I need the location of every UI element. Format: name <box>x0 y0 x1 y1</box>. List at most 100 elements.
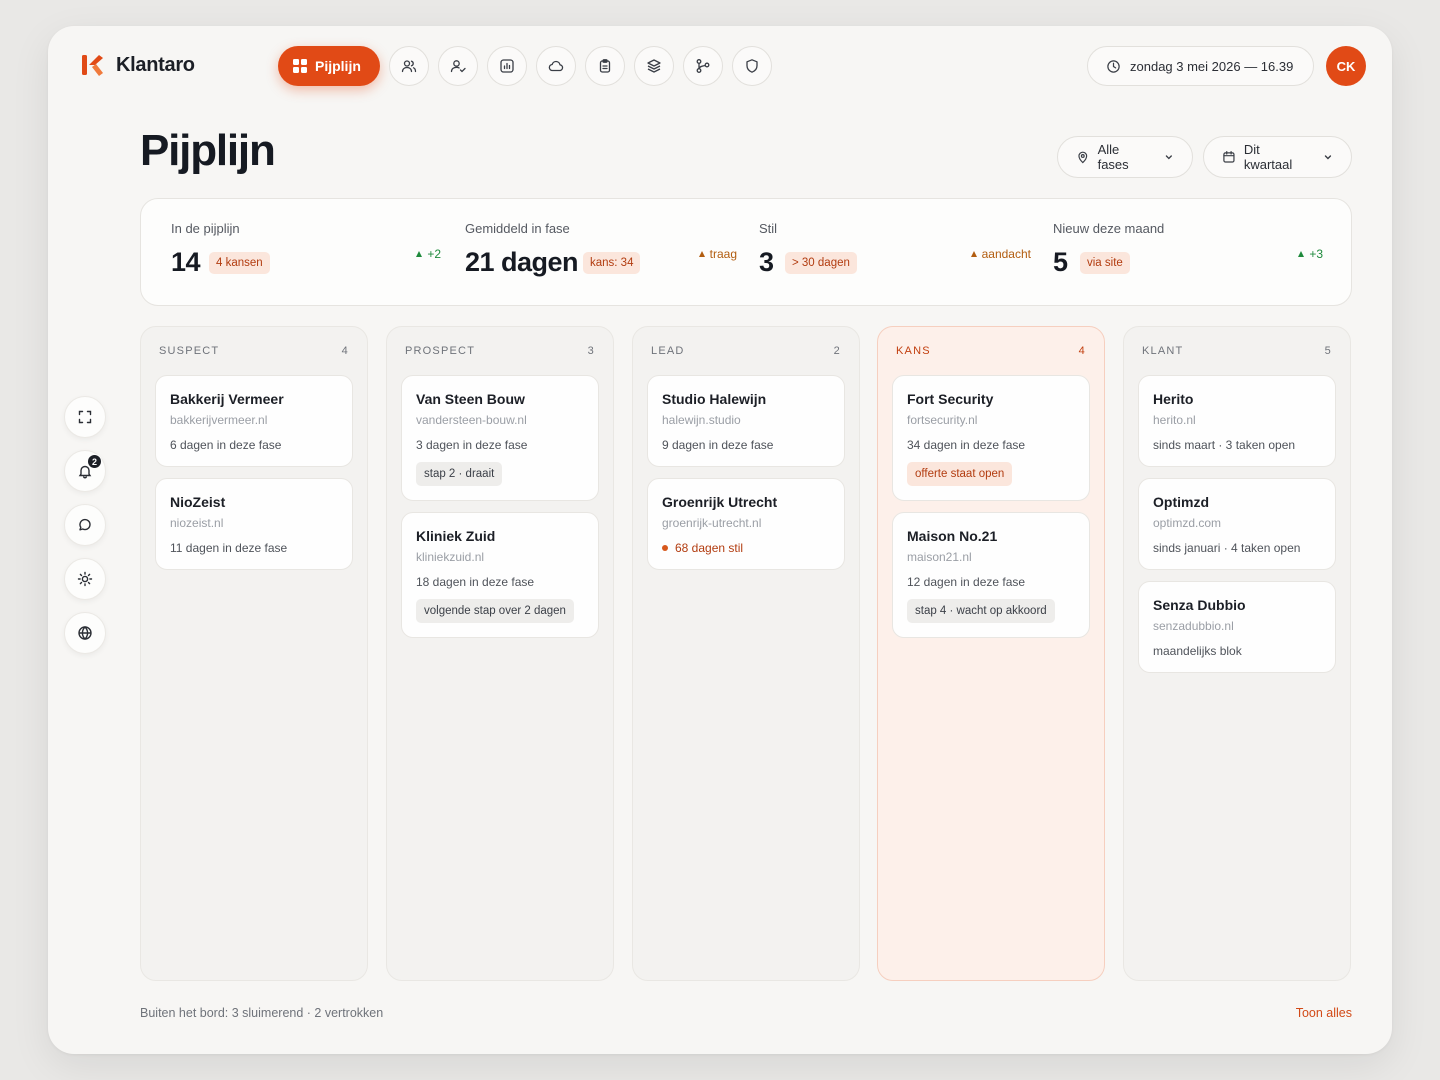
layers-icon <box>647 59 661 73</box>
page-title: Pijplijn <box>140 126 276 175</box>
shield-icon <box>746 59 758 73</box>
column-header: LEAD 2 <box>647 327 845 375</box>
card-domain: kliniekzuid.nl <box>416 550 485 564</box>
clipboard-icon <box>599 59 611 73</box>
phase-filter-dropdown[interactable]: Alle fases <box>1057 136 1193 178</box>
card-domain: bakkerijvermeer.nl <box>170 413 268 427</box>
card-domain: fortsecurity.nl <box>907 413 978 427</box>
card-meta: 34 dagen in deze fase <box>907 438 1026 452</box>
map-pin-icon <box>1078 151 1088 164</box>
nav-user-check-button[interactable] <box>437 46 478 86</box>
deal-card[interactable]: Kliniek Zuid kliniekzuid.nl 18 dagen in … <box>401 512 599 638</box>
theme-button[interactable] <box>64 558 106 600</box>
logo[interactable]: Klantaro <box>80 52 195 78</box>
stat-avg-in-phase: Gemiddeld in fase 21 dagen kans: 34 traa… <box>465 199 737 307</box>
deal-card[interactable]: NioZeist niozeist.nl 11 dagen in deze fa… <box>155 478 353 570</box>
stat-label: In de pijplijn <box>171 221 240 236</box>
chat-button[interactable] <box>64 504 106 546</box>
card-meta: 6 dagen in deze fase <box>170 438 282 452</box>
column-prospect: PROSPECT 3 Van Steen Bouw vandersteen-bo… <box>386 326 614 981</box>
column-suspect: SUSPECT 4 Bakkerij Vermeer bakkerijverme… <box>140 326 368 981</box>
card-tag: stap 4 · wacht op akkoord <box>907 599 1055 623</box>
deal-card[interactable]: Maison No.21 maison21.nl 12 dagen in dez… <box>892 512 1090 638</box>
card-domain: maison21.nl <box>907 550 972 564</box>
stat-badge: via site <box>1080 252 1130 274</box>
trend-warning-icon <box>698 251 705 257</box>
card-meta: 3 dagen in deze fase <box>416 438 528 452</box>
card-title: Bakkerij Vermeer <box>170 391 284 407</box>
side-rail: 2 <box>64 396 106 654</box>
column-title: KANS <box>896 345 931 357</box>
card-domain: vandersteen-bouw.nl <box>416 413 527 427</box>
deal-card[interactable]: Bakkerij Vermeer bakkerijvermeer.nl 6 da… <box>155 375 353 467</box>
period-filter-label: Dit kwartaal <box>1243 142 1293 172</box>
deal-card[interactable]: Groenrijk Utrecht groenrijk-utrecht.nl 6… <box>647 478 845 570</box>
card-title: Optimzd <box>1153 494 1209 510</box>
stat-trend: +3 <box>1298 247 1323 261</box>
card-domain: senzadubbio.nl <box>1153 619 1234 633</box>
deal-card[interactable]: Fort Security fortsecurity.nl 34 dagen i… <box>892 375 1090 501</box>
stat-trend-label: +3 <box>1309 247 1323 261</box>
users-icon <box>401 60 417 73</box>
card-domain: halewijn.studio <box>662 413 741 427</box>
column-header: SUSPECT 4 <box>155 327 353 375</box>
notifications-button[interactable]: 2 <box>64 450 106 492</box>
card-tag: volgende stap over 2 dagen <box>416 599 574 623</box>
deal-card[interactable]: Studio Halewijn halewijn.studio 9 dagen … <box>647 375 845 467</box>
grid-icon <box>293 59 307 73</box>
period-filter-dropdown[interactable]: Dit kwartaal <box>1203 136 1352 178</box>
avatar[interactable]: CK <box>1326 46 1366 86</box>
card-title: Maison No.21 <box>907 528 998 544</box>
deal-card[interactable]: Senza Dubbio senzadubbio.nl maandelijks … <box>1138 581 1336 673</box>
column-count: 2 <box>833 345 841 357</box>
stat-label: Stil <box>759 221 778 236</box>
card-domain: optimzd.com <box>1153 516 1222 530</box>
column-count: 4 <box>1078 345 1086 357</box>
deal-card[interactable]: Herito herito.nl sinds maart · 3 taken o… <box>1138 375 1336 467</box>
deal-card[interactable]: Optimzd optimzd.com sinds januari · 4 ta… <box>1138 478 1336 570</box>
calendar-icon <box>1223 151 1235 163</box>
card-meta: 9 dagen in deze fase <box>662 438 774 452</box>
nav-chart-button[interactable] <box>486 46 527 86</box>
card-title: Studio Halewijn <box>662 391 767 407</box>
card-domain: niozeist.nl <box>170 516 224 530</box>
klantaro-logo-icon <box>82 55 103 76</box>
card-title: Herito <box>1153 391 1194 407</box>
card-tag: offerte staat open <box>907 462 1013 486</box>
nav-users-button[interactable] <box>388 46 429 86</box>
off-board-summary: Buiten het bord: 3 sluimerend · 2 vertro… <box>140 1006 384 1020</box>
deal-card[interactable]: Van Steen Bouw vandersteen-bouw.nl 3 dag… <box>401 375 599 501</box>
column-header: PROSPECT 3 <box>401 327 599 375</box>
fullscreen-icon <box>78 410 92 424</box>
git-branch-icon <box>696 59 710 73</box>
clock-icon <box>1107 59 1120 73</box>
cloud-icon <box>548 60 564 72</box>
nav-cloud-button[interactable] <box>535 46 576 86</box>
nav-shield-button[interactable] <box>731 46 772 86</box>
stat-stil: Stil 3 > 30 dagen aandacht <box>759 199 1031 307</box>
show-all-link[interactable]: Toon alles <box>1296 1006 1352 1020</box>
card-domain: herito.nl <box>1153 413 1196 427</box>
stats-panel: In de pijplijn 14 4 kansen +2 Gemiddeld … <box>140 198 1352 306</box>
card-title: Senza Dubbio <box>1153 597 1246 613</box>
card-title: Groenrijk Utrecht <box>662 494 778 510</box>
stat-value: 14 <box>171 247 201 277</box>
column-klant: KLANT 5 Herito herito.nl sinds maart · 3… <box>1123 326 1351 981</box>
stat-trend-label: aandacht <box>981 247 1031 261</box>
stat-badge: kans: 34 <box>583 252 641 274</box>
column-title: KLANT <box>1142 345 1184 357</box>
stat-badge: 4 kansen <box>209 252 270 274</box>
datetime-pill[interactable]: zondag 3 mei 2026 — 16.39 <box>1087 46 1314 86</box>
column-title: PROSPECT <box>405 345 476 357</box>
nav-clipboard-button[interactable] <box>584 46 625 86</box>
fullscreen-button[interactable] <box>64 396 106 438</box>
nav-pijplijn-button[interactable]: Pijplijn <box>278 46 380 86</box>
nav-git-branch-button[interactable] <box>682 46 723 86</box>
nav-layers-button[interactable] <box>633 46 674 86</box>
trend-up-icon <box>416 251 423 257</box>
column-lead: LEAD 2 Studio Halewijn halewijn.studio 9… <box>632 326 860 981</box>
top-nav: Pijplijn <box>278 46 772 86</box>
stat-in-pipeline: In de pijplijn 14 4 kansen +2 <box>171 199 441 307</box>
stat-trend-label: +2 <box>427 247 441 261</box>
language-button[interactable] <box>64 612 106 654</box>
